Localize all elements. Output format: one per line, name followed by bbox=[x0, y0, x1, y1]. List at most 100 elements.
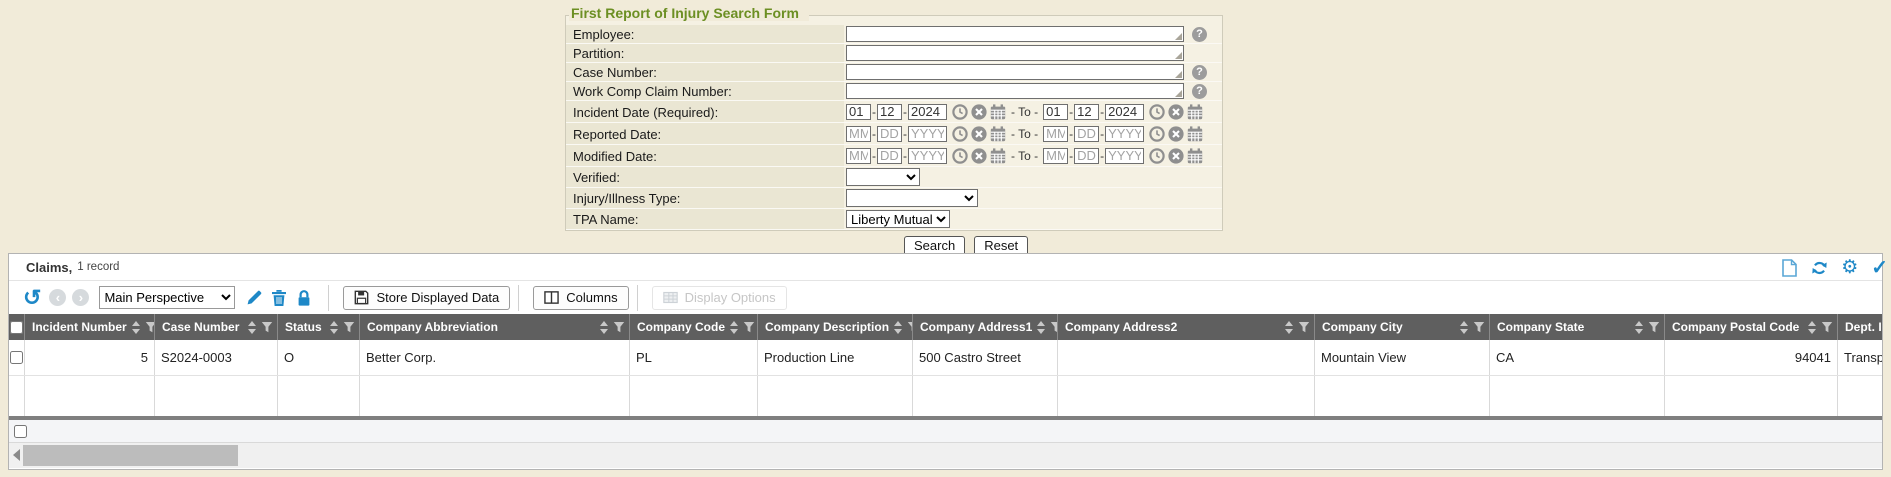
store-displayed-data-button[interactable]: Store Displayed Data bbox=[343, 286, 510, 310]
employee-input[interactable] bbox=[846, 26, 1184, 42]
sort-icon[interactable] bbox=[729, 320, 739, 335]
filter-icon[interactable] bbox=[145, 321, 155, 333]
filter-icon[interactable] bbox=[743, 321, 755, 333]
filter-icon[interactable] bbox=[343, 321, 355, 333]
perspective-select[interactable]: Main Perspective bbox=[99, 286, 235, 309]
clear-date-icon[interactable] bbox=[971, 148, 987, 164]
incident-to-yyyy-input[interactable] bbox=[1105, 104, 1144, 120]
row-checkbox[interactable] bbox=[10, 351, 23, 364]
lock-icon[interactable] bbox=[295, 289, 313, 307]
filter-icon[interactable] bbox=[613, 321, 625, 333]
help-icon[interactable]: ? bbox=[1192, 65, 1207, 80]
partition-input[interactable] bbox=[846, 45, 1184, 61]
column-header-company-code[interactable]: Company Code bbox=[630, 314, 758, 340]
columns-button[interactable]: Columns bbox=[533, 286, 628, 310]
sort-icon[interactable] bbox=[329, 320, 339, 335]
modified-from-yyyy-input[interactable] bbox=[908, 148, 947, 164]
time-icon[interactable] bbox=[1149, 126, 1165, 142]
sort-icon[interactable] bbox=[1284, 320, 1294, 335]
filter-icon[interactable] bbox=[1821, 321, 1833, 333]
horizontal-scrollbar[interactable] bbox=[9, 443, 1882, 468]
time-icon[interactable] bbox=[1149, 148, 1165, 164]
filter-icon[interactable] bbox=[261, 321, 273, 333]
sort-icon[interactable] bbox=[247, 320, 257, 335]
clear-date-icon[interactable] bbox=[971, 126, 987, 142]
column-header-company-state[interactable]: Company State bbox=[1490, 314, 1665, 340]
reported-from-dd-input[interactable] bbox=[877, 126, 902, 142]
reported-to-mm-input[interactable] bbox=[1043, 126, 1068, 142]
sort-icon[interactable] bbox=[599, 320, 609, 335]
calendar-icon[interactable] bbox=[990, 148, 1006, 164]
sort-icon[interactable] bbox=[1036, 320, 1046, 335]
select-all-checkbox[interactable] bbox=[10, 321, 23, 334]
grid-toolbar: ↺ ‹ › Main Perspective Store Displayed D… bbox=[9, 281, 1882, 314]
modified-to-mm-input[interactable] bbox=[1043, 148, 1068, 164]
filter-icon[interactable] bbox=[1473, 321, 1485, 333]
scrollbar-thumb[interactable] bbox=[23, 445, 238, 466]
clear-date-icon[interactable] bbox=[1168, 148, 1184, 164]
incident-from-yyyy-input[interactable] bbox=[908, 104, 947, 120]
time-icon[interactable] bbox=[952, 148, 968, 164]
sort-icon[interactable] bbox=[1459, 320, 1469, 335]
calendar-icon[interactable] bbox=[1187, 148, 1203, 164]
display-options-label: Display Options bbox=[685, 290, 776, 305]
scroll-left-arrow-icon[interactable] bbox=[13, 449, 20, 461]
calendar-icon[interactable] bbox=[990, 126, 1006, 142]
calendar-icon[interactable] bbox=[990, 104, 1006, 120]
help-icon[interactable]: ? bbox=[1192, 27, 1207, 42]
tpa-name-select[interactable]: Liberty Mutual bbox=[846, 210, 950, 228]
header-icons bbox=[1036, 320, 1058, 335]
footer-row-checkbox[interactable] bbox=[14, 425, 27, 438]
undo-icon[interactable]: ↺ bbox=[23, 287, 41, 309]
column-header-incident-number[interactable]: Incident Number bbox=[25, 314, 155, 340]
reported-to-dd-input[interactable] bbox=[1074, 126, 1099, 142]
reported-from-mm-input[interactable] bbox=[846, 126, 871, 142]
clear-date-icon[interactable] bbox=[1168, 126, 1184, 142]
modified-to-dd-input[interactable] bbox=[1074, 148, 1099, 164]
filter-icon[interactable] bbox=[1298, 321, 1310, 333]
column-header-case-number[interactable]: Case Number bbox=[155, 314, 278, 340]
refresh-icon[interactable] bbox=[1811, 259, 1828, 277]
reported-from-yyyy-input[interactable] bbox=[908, 126, 947, 142]
filter-icon[interactable] bbox=[1050, 321, 1058, 333]
work-comp-input[interactable] bbox=[846, 83, 1184, 99]
incident-from-mm-input[interactable] bbox=[846, 104, 871, 120]
column-header-company-city[interactable]: Company City bbox=[1315, 314, 1490, 340]
modified-from-dd-input[interactable] bbox=[877, 148, 902, 164]
calendar-icon[interactable] bbox=[1187, 104, 1203, 120]
check-icon[interactable]: ✓ bbox=[1871, 258, 1888, 278]
verified-select[interactable] bbox=[846, 168, 920, 186]
time-icon[interactable] bbox=[952, 104, 968, 120]
sort-icon[interactable] bbox=[131, 320, 141, 335]
injury-type-select[interactable] bbox=[846, 189, 978, 207]
column-header-company-postal-code[interactable]: Company Postal Code bbox=[1665, 314, 1838, 340]
clear-date-icon[interactable] bbox=[971, 104, 987, 120]
new-document-icon[interactable] bbox=[1781, 259, 1798, 277]
column-header-dept-id[interactable]: Dept. ID bbox=[1838, 314, 1882, 340]
help-icon[interactable]: ? bbox=[1192, 84, 1207, 99]
column-header-company-address1[interactable]: Company Address1 bbox=[913, 314, 1058, 340]
gear-icon[interactable]: ⚙ bbox=[1841, 258, 1858, 277]
sort-icon[interactable] bbox=[1807, 320, 1817, 335]
sort-icon[interactable] bbox=[1634, 320, 1644, 335]
column-header-label: Company Address2 bbox=[1065, 320, 1177, 334]
delete-trash-icon[interactable] bbox=[270, 289, 288, 307]
modified-from-mm-input[interactable] bbox=[846, 148, 871, 164]
column-header-company-address2[interactable]: Company Address2 bbox=[1058, 314, 1315, 340]
incident-to-dd-input[interactable] bbox=[1074, 104, 1099, 120]
sort-icon[interactable] bbox=[893, 320, 903, 335]
case-number-input[interactable] bbox=[846, 64, 1184, 80]
reported-to-yyyy-input[interactable] bbox=[1105, 126, 1144, 142]
incident-to-mm-input[interactable] bbox=[1043, 104, 1068, 120]
column-header-company-abbreviation[interactable]: Company Abbreviation bbox=[360, 314, 630, 340]
column-header-company-description[interactable]: Company Description bbox=[758, 314, 913, 340]
edit-pencil-icon[interactable] bbox=[245, 289, 263, 307]
time-icon[interactable] bbox=[952, 126, 968, 142]
column-header-status[interactable]: Status bbox=[278, 314, 360, 340]
modified-to-yyyy-input[interactable] bbox=[1105, 148, 1144, 164]
incident-from-dd-input[interactable] bbox=[877, 104, 902, 120]
calendar-icon[interactable] bbox=[1187, 126, 1203, 142]
time-icon[interactable] bbox=[1149, 104, 1165, 120]
clear-date-icon[interactable] bbox=[1168, 104, 1184, 120]
filter-icon[interactable] bbox=[1648, 321, 1660, 333]
